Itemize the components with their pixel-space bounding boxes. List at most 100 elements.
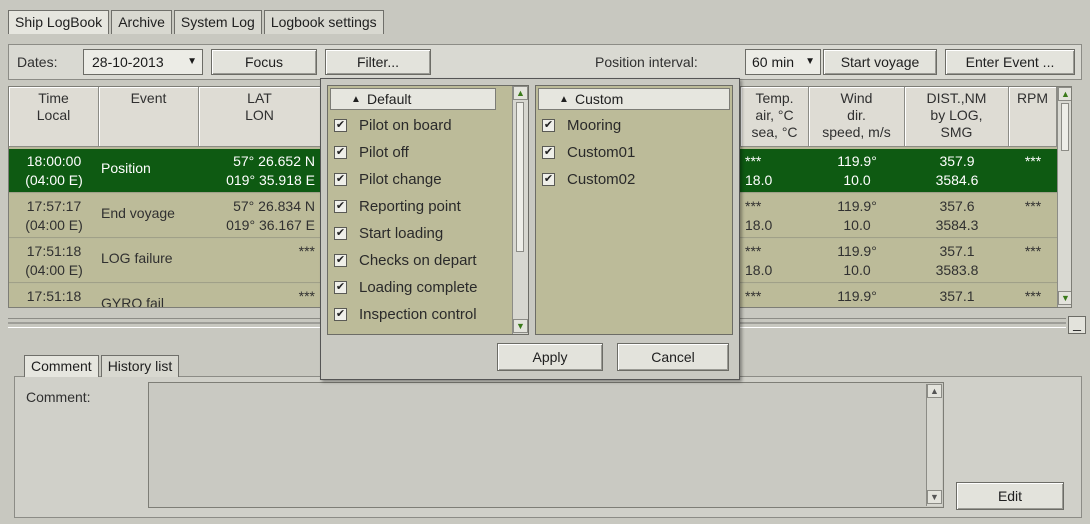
- date-select[interactable]: 28-10-2013 ▼: [83, 49, 203, 75]
- scroll-down-icon[interactable]: ▼: [1058, 291, 1071, 305]
- checkbox-checked-icon[interactable]: ✔: [334, 253, 347, 267]
- edit-button[interactable]: Edit: [956, 482, 1064, 510]
- cell-event: End voyage: [101, 205, 175, 221]
- filter-item-label: Custom01: [567, 144, 636, 161]
- scroll-up-icon[interactable]: ▲: [1058, 87, 1071, 101]
- custom-events-list: ▲ Custom ✔ Mooring ✔ Custom01 ✔ Custom02: [535, 85, 733, 335]
- filter-item-label: Reporting point: [359, 198, 461, 215]
- filter-item[interactable]: ✔ Pilot off: [334, 139, 409, 166]
- tab-archive[interactable]: Archive: [111, 10, 172, 34]
- scroll-up-icon[interactable]: ▲: [513, 86, 528, 100]
- cell-time: 17:51:18: [26, 288, 82, 304]
- cell-temp: ***: [745, 288, 762, 304]
- apply-button[interactable]: Apply: [497, 343, 603, 371]
- checkbox-checked-icon[interactable]: ✔: [334, 280, 347, 294]
- filter-item[interactable]: ✔ Start loading: [334, 220, 443, 247]
- filter-item[interactable]: ✔ Mooring: [542, 112, 621, 139]
- checkbox-checked-icon[interactable]: ✔: [542, 118, 555, 132]
- table-scrollbar[interactable]: ▲ ▼: [1057, 87, 1071, 307]
- cell-wind: 119.9° 10.0: [837, 198, 877, 233]
- app-window: Ship LogBook Archive System Log Logbook …: [0, 0, 1090, 524]
- interval-select[interactable]: 60 min ▼: [745, 49, 821, 75]
- filter-item[interactable]: ✔ Custom02: [542, 166, 635, 193]
- col-header-temp[interactable]: Temp. air, °C sea, °C: [741, 87, 809, 147]
- filter-item-label: Loading complete: [359, 279, 478, 296]
- tab-comment[interactable]: Comment: [24, 355, 99, 377]
- default-header-label: Default: [367, 91, 412, 107]
- col-header-event[interactable]: Event: [99, 87, 199, 147]
- filter-item-label: Checks on depart: [359, 252, 477, 269]
- cell-event: LOG failure: [101, 250, 173, 266]
- filter-item[interactable]: ✔ Inspection control: [334, 301, 477, 328]
- filter-button[interactable]: Filter...: [325, 49, 431, 75]
- col-header-wind[interactable]: Wind dir. speed, m/s: [809, 87, 905, 147]
- cell-rpm: ***: [1024, 198, 1042, 214]
- checkbox-checked-icon[interactable]: ✔: [334, 199, 347, 213]
- chevron-down-icon: ▼: [805, 56, 815, 67]
- filter-item[interactable]: ✔ Checks on depart: [334, 247, 477, 274]
- col-header-dist[interactable]: DIST.,NM by LOG, SMG: [905, 87, 1009, 147]
- tab-system-log[interactable]: System Log: [173, 10, 262, 34]
- custom-header-label: Custom: [575, 91, 624, 107]
- comment-label: Comment:: [26, 389, 91, 405]
- filter-item-label: Mooring: [567, 117, 622, 134]
- cell-latlon: 57° 26.652 N 019° 35.918 E: [226, 153, 315, 188]
- cell-rpm: ***: [1024, 153, 1042, 169]
- col-header-rpm[interactable]: RPM: [1009, 87, 1057, 147]
- scroll-down-icon[interactable]: ▼: [513, 319, 528, 333]
- minimize-icon[interactable]: _: [1068, 316, 1086, 334]
- position-interval-label: Position interval:: [595, 54, 698, 70]
- scroll-up-icon[interactable]: ▲: [927, 384, 942, 398]
- filter-item[interactable]: ✔ Custom01: [542, 139, 635, 166]
- focus-button[interactable]: Focus: [211, 49, 317, 75]
- cell-temp: *** 18.0: [745, 198, 773, 233]
- tab-ship-logbook[interactable]: Ship LogBook: [8, 10, 110, 34]
- filter-item-label: Pilot off: [359, 144, 409, 161]
- cell-wind: 119.9° 10.0: [837, 243, 877, 278]
- col-header-latlon[interactable]: LAT LON: [199, 87, 321, 147]
- filter-item-label: Start loading: [359, 225, 444, 242]
- comment-scrollbar[interactable]: ▲ ▼: [926, 384, 942, 506]
- default-list-scrollbar[interactable]: ▲ ▼: [512, 86, 528, 334]
- default-events-list: ▲ Default ✔ Pilot on board ✔ Pilot off ✔ Pilo…: [327, 85, 529, 335]
- comment-textarea[interactable]: [148, 382, 944, 508]
- filter-item[interactable]: ✔ Reporting point: [334, 193, 461, 220]
- cell-rpm: ***: [1024, 288, 1042, 304]
- filter-item-label: Inspection control: [359, 306, 477, 323]
- checkbox-checked-icon[interactable]: ✔: [334, 172, 347, 186]
- cancel-button[interactable]: Cancel: [617, 343, 729, 371]
- checkbox-checked-icon[interactable]: ✔: [334, 145, 347, 159]
- cell-time: 17:51:18 (04:00 E): [25, 243, 83, 278]
- cell-latlon: 57° 26.834 N 019° 36.167 E: [226, 198, 315, 233]
- cell-event: Position: [101, 160, 151, 176]
- scroll-thumb[interactable]: [1061, 103, 1069, 151]
- filter-item-label: Custom02: [567, 171, 636, 188]
- cell-wind: 119.9°: [837, 288, 877, 304]
- sort-up-icon: ▲: [559, 94, 569, 105]
- col-header-time[interactable]: Time Local: [9, 87, 99, 147]
- filter-item[interactable]: ✔ Loading complete: [334, 274, 477, 301]
- filter-item[interactable]: ✔ Pilot change: [334, 166, 442, 193]
- start-voyage-button[interactable]: Start voyage: [823, 49, 937, 75]
- cell-dist: 357.1 3583.8: [935, 243, 979, 278]
- bottom-tabs: Comment History list: [24, 355, 181, 377]
- custom-list-header[interactable]: ▲ Custom: [538, 88, 730, 110]
- enter-event-button[interactable]: Enter Event ...: [945, 49, 1075, 75]
- checkbox-checked-icon[interactable]: ✔: [542, 145, 555, 159]
- tab-logbook-settings[interactable]: Logbook settings: [263, 10, 384, 34]
- filter-item-label: At anchor: [359, 333, 423, 334]
- scroll-down-icon[interactable]: ▼: [927, 490, 942, 504]
- checkbox-checked-icon[interactable]: ✔: [542, 172, 555, 186]
- default-list-header[interactable]: ▲ Default: [330, 88, 496, 110]
- filter-item[interactable]: ✔At anchor: [334, 328, 423, 334]
- checkbox-checked-icon[interactable]: ✔: [334, 307, 347, 321]
- checkbox-checked-icon[interactable]: ✔: [334, 118, 347, 132]
- tab-history-list[interactable]: History list: [100, 355, 180, 377]
- cell-rpm: ***: [1024, 243, 1042, 259]
- cell-time: 17:57:17 (04:00 E): [25, 198, 83, 233]
- interval-value: 60 min: [752, 54, 795, 70]
- scroll-thumb[interactable]: [516, 102, 524, 252]
- filter-item[interactable]: ✔ Pilot on board: [334, 112, 452, 139]
- cell-wind: 119.9° 10.0: [837, 153, 877, 188]
- checkbox-checked-icon[interactable]: ✔: [334, 226, 347, 240]
